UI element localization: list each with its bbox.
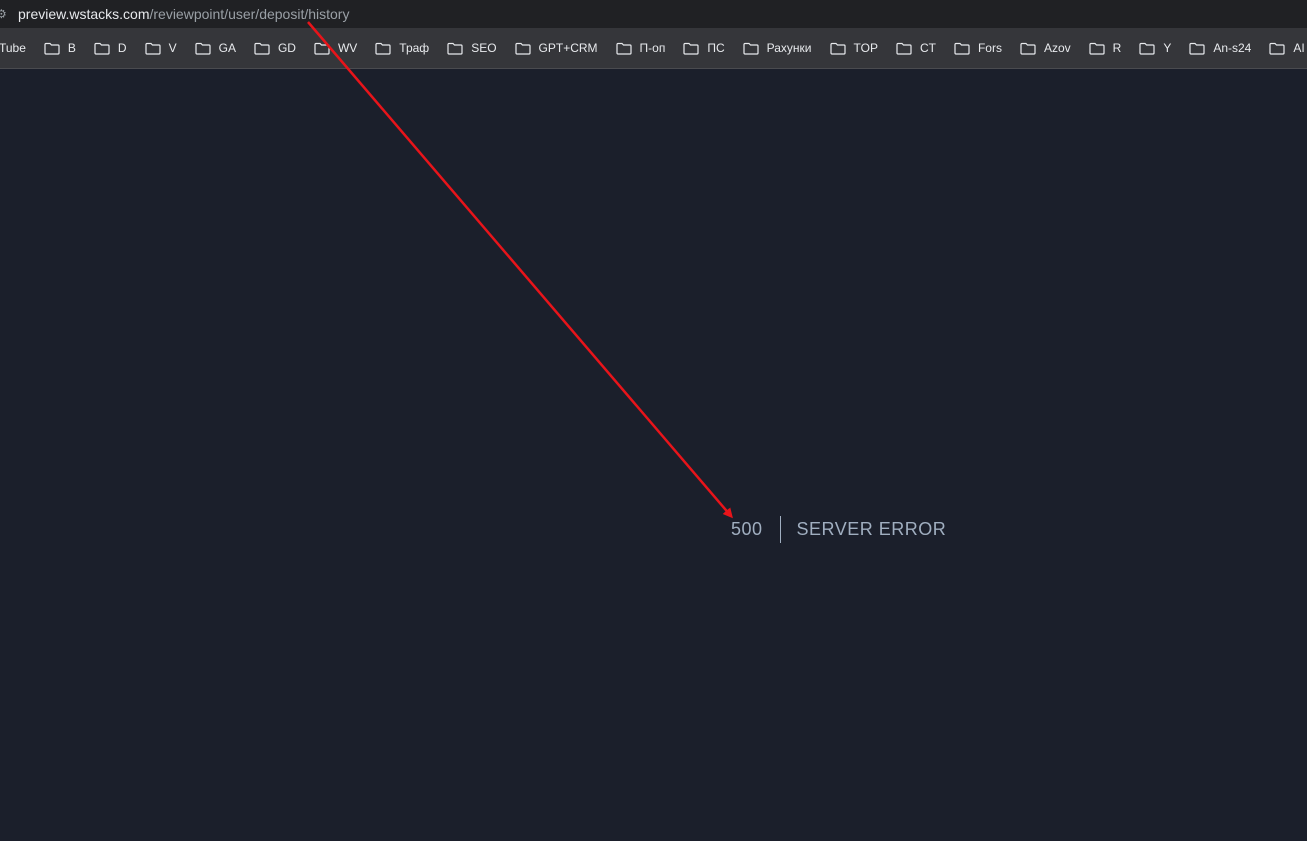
bookmark-item[interactable]: GA bbox=[195, 41, 236, 55]
bookmark-label: D bbox=[117, 41, 127, 55]
url-path: /reviewpoint/user/deposit/history bbox=[149, 6, 350, 22]
bookmark-item[interactable]: An-s24 bbox=[1189, 41, 1251, 55]
bookmark-label: Azov bbox=[1043, 41, 1071, 55]
tune-icon[interactable]: ⚙ bbox=[0, 7, 7, 21]
folder-icon bbox=[195, 42, 219, 55]
bookmark-label: WV bbox=[337, 41, 358, 55]
annotation-arrow bbox=[307, 21, 733, 519]
bookmark-label: SEO bbox=[471, 41, 497, 55]
bookmark-item[interactable]: GD bbox=[254, 41, 296, 55]
folder-icon bbox=[743, 42, 767, 55]
bookmark-item[interactable]: SEO bbox=[447, 41, 497, 55]
folder-icon bbox=[144, 42, 169, 55]
url-host: preview.wstacks.com bbox=[18, 6, 150, 22]
folder-icon bbox=[94, 42, 118, 55]
bookmark-item[interactable]: WV bbox=[314, 41, 357, 55]
bookmark-label: Fors bbox=[977, 41, 1002, 55]
bookmark-label: Y bbox=[1163, 41, 1172, 55]
error-message: SERVER ERROR bbox=[796, 519, 947, 539]
folder-icon bbox=[1020, 42, 1044, 55]
bookmark-label: Траф bbox=[399, 41, 430, 55]
bookmark-item[interactable]: ПС bbox=[683, 41, 725, 55]
bookmark-label: V bbox=[168, 41, 177, 55]
error-code: 500 bbox=[731, 519, 763, 539]
bookmark-label: GD bbox=[277, 41, 296, 55]
bookmarks-bar: Tube B D V GA GD WV Траф SEO GPT+CRM П-оп ПС Рахунки… bbox=[0, 28, 1307, 69]
bookmark-label: Рахунки bbox=[766, 41, 812, 55]
bookmark-item[interactable]: Fors bbox=[954, 41, 1002, 55]
folder-icon bbox=[447, 42, 471, 55]
bookmark-item[interactable]: AI bbox=[1269, 41, 1305, 55]
bookmark-label: GA bbox=[218, 41, 236, 55]
folder-icon bbox=[829, 42, 854, 55]
bookmark-label: GPT+CRM bbox=[538, 41, 598, 55]
bookmark-label: ПС bbox=[707, 41, 725, 55]
bookmark-label: TOP bbox=[853, 41, 878, 55]
bookmark-item[interactable]: R bbox=[1089, 41, 1122, 55]
folder-icon bbox=[683, 42, 707, 55]
bookmark-item[interactable]: CT bbox=[896, 41, 936, 55]
bookmark-label: CT bbox=[919, 41, 936, 55]
folder-icon bbox=[44, 42, 68, 55]
folder-icon bbox=[896, 42, 920, 55]
bookmark-label: B bbox=[67, 41, 76, 55]
error-display: 500 SERVER ERROR bbox=[731, 516, 946, 543]
folder-icon bbox=[1089, 42, 1113, 55]
folder-icon bbox=[375, 42, 399, 55]
bookmark-item[interactable]: V bbox=[144, 41, 177, 55]
bookmark-item[interactable]: Рахунки bbox=[743, 41, 812, 55]
folder-icon bbox=[514, 42, 539, 55]
bookmark-item[interactable]: Azov bbox=[1020, 41, 1071, 55]
folder-icon bbox=[1269, 42, 1293, 55]
bookmark-label: AI bbox=[1293, 41, 1305, 55]
bookmark-label: Tube bbox=[0, 41, 26, 55]
bookmark-item[interactable]: D bbox=[94, 41, 127, 55]
bookmark-item[interactable]: GPT+CRM bbox=[514, 41, 598, 55]
folder-icon bbox=[254, 42, 278, 55]
folder-icon bbox=[314, 42, 338, 55]
folder-icon bbox=[1139, 42, 1163, 55]
bookmark-item[interactable]: B bbox=[44, 41, 76, 55]
bookmark-item[interactable]: П-оп bbox=[615, 41, 666, 55]
annotation-arrow-line bbox=[307, 21, 733, 519]
address-bar[interactable]: ⚙ preview.wstacks.com/reviewpoint/user/d… bbox=[0, 0, 1307, 28]
folder-icon bbox=[615, 42, 640, 55]
bookmark-item[interactable]: TOP bbox=[829, 41, 878, 55]
bookmark-label: R bbox=[1112, 41, 1122, 55]
bookmark-item[interactable]: Y bbox=[1139, 41, 1171, 55]
bookmark-label: An-s24 bbox=[1213, 41, 1252, 55]
bookmark-item[interactable]: Tube bbox=[0, 41, 26, 55]
bookmark-label: П-оп bbox=[639, 41, 666, 55]
folder-icon bbox=[1189, 42, 1213, 55]
folder-icon bbox=[954, 42, 978, 55]
bookmark-item[interactable]: Траф bbox=[375, 41, 429, 55]
